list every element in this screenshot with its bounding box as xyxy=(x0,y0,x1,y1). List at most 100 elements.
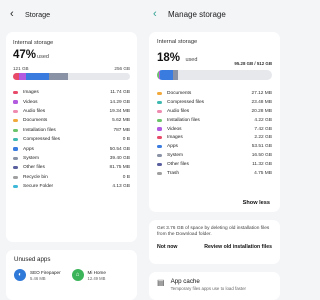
unused-app-item[interactable]: ◐ SEO Firepaper 5.46 MB xyxy=(14,269,72,281)
category-size: 50.54 GB xyxy=(109,146,130,152)
category-size: 787 MB xyxy=(113,127,130,133)
category-size: 0 B xyxy=(122,174,130,180)
category-row[interactable]: Apps 50.54 GB xyxy=(13,144,130,153)
category-name: System xyxy=(23,155,39,161)
tip-actions: Not now Review old installation files xyxy=(157,244,272,250)
category-color-swatch xyxy=(13,156,18,161)
category-row[interactable]: Trash 4.75 MB xyxy=(157,169,272,178)
back-arrow-icon[interactable]: ‹ xyxy=(153,7,165,21)
category-name: Documents xyxy=(167,90,192,96)
usage-percent: 18% xyxy=(157,52,181,64)
category-name: Videos xyxy=(167,126,182,132)
category-color-swatch xyxy=(13,185,18,189)
category-size: 4.22 GB xyxy=(254,117,272,123)
category-row[interactable]: Installation files 4.22 GB xyxy=(157,116,272,125)
category-color-swatch xyxy=(13,91,18,95)
category-color-swatch xyxy=(13,147,18,151)
review-files-button[interactable]: Review old installation files xyxy=(204,244,272,250)
category-row[interactable]: Videos 14.29 GB xyxy=(13,97,130,106)
category-row[interactable]: Documents 5.62 MB xyxy=(13,116,130,125)
category-row[interactable]: Videos 7.42 GB xyxy=(157,125,272,134)
category-size: 16.50 GB xyxy=(251,153,272,159)
category-row[interactable]: Documents 27.12 MB xyxy=(157,89,272,98)
category-name: Other files xyxy=(167,162,189,168)
category-size: 27.12 MB xyxy=(251,90,272,96)
category-name: Audio files xyxy=(23,108,46,114)
category-row[interactable]: Apps 53.51 GB xyxy=(157,142,272,151)
category-row[interactable]: Compressed files 23.48 MB xyxy=(157,98,272,107)
category-size: 11.32 GB xyxy=(252,162,272,168)
usage-bar-segment xyxy=(18,73,26,80)
category-row[interactable]: Images 2.22 GB xyxy=(157,133,272,142)
category-color-swatch xyxy=(157,136,162,140)
usage-amounts: 121 GB 256 GB xyxy=(13,66,130,71)
category-size: 39.40 GB xyxy=(109,155,130,161)
usage-bar xyxy=(157,70,272,80)
unused-app-item[interactable]: ⌂ Mi Home 12.49 MB xyxy=(71,269,130,281)
show-less-button[interactable]: Show less xyxy=(243,200,270,206)
category-size: 23.48 MB xyxy=(251,99,272,105)
category-size: 0 B xyxy=(122,137,130,143)
category-row[interactable]: System 16.50 GB xyxy=(157,151,272,160)
app-cache-card[interactable]: ▤ App cache Temporary files apps use to … xyxy=(149,272,280,300)
usage-bar xyxy=(13,73,130,80)
used-amount: 121 GB xyxy=(13,66,29,71)
app-name: SEO Firepaper xyxy=(30,269,61,275)
category-name: Audio files xyxy=(167,108,190,114)
app-cache-title: App cache xyxy=(170,278,200,285)
category-name: Recycle bin xyxy=(23,174,48,180)
app-size: 12.49 MB xyxy=(87,275,106,281)
app-icon: ⌂ xyxy=(71,269,84,281)
category-color-swatch xyxy=(13,119,18,123)
category-color-swatch xyxy=(13,175,18,179)
category-row[interactable]: System 39.40 GB xyxy=(13,154,130,163)
usage-percent-row: 18% used 95.28 GB / 512 GB xyxy=(157,48,272,66)
category-size: 14.29 GB xyxy=(109,99,130,105)
category-row[interactable]: Images 11.74 GB xyxy=(13,88,130,97)
category-color-swatch xyxy=(157,171,162,176)
category-name: Other files xyxy=(23,165,45,171)
category-size: 19.34 MB xyxy=(109,108,130,114)
storage-card: Internal storage 18% used 95.28 GB / 512… xyxy=(149,32,280,212)
app-cache-row[interactable]: ▤ App cache Temporary files apps use to … xyxy=(157,278,272,291)
category-name: Apps xyxy=(23,146,34,152)
category-list: Documents 27.12 MB Compressed files 23.48 … xyxy=(157,89,272,178)
category-row[interactable]: Recycle bin 0 B xyxy=(13,173,130,182)
category-size: 4.13 GB xyxy=(112,184,130,190)
category-row[interactable]: Secure Folder 4.13 GB xyxy=(13,182,130,191)
category-size: 4.75 MB xyxy=(254,170,272,176)
category-color-swatch xyxy=(157,127,162,131)
back-arrow-icon[interactable]: ‹ xyxy=(10,7,22,21)
category-size: 5.62 MB xyxy=(112,118,130,124)
category-color-swatch xyxy=(157,145,162,149)
category-size: 20.28 MB xyxy=(251,108,272,114)
category-row[interactable]: Other files 81.75 MB xyxy=(13,163,130,172)
category-row[interactable]: Other files 11.32 GB xyxy=(157,160,272,169)
unused-apps-list: ◐ SEO Firepaper 5.46 MB ⌂ Mi Home 12.49 … xyxy=(14,269,129,281)
usage-bar-segment xyxy=(173,70,178,80)
not-now-button[interactable]: Not now xyxy=(157,244,177,250)
page-title: Manage storage xyxy=(168,9,226,19)
category-name: System xyxy=(167,153,183,159)
unused-apps-title: Unused apps xyxy=(14,256,51,263)
header: ‹ Manage storage xyxy=(143,0,286,22)
header: ‹ Storage xyxy=(0,0,143,22)
category-row[interactable]: Compressed files 0 B xyxy=(13,135,130,144)
category-row[interactable]: Installation files 787 MB xyxy=(13,126,130,135)
category-color-swatch xyxy=(157,154,162,158)
category-color-swatch xyxy=(157,100,162,104)
app-name: Mi Home xyxy=(87,269,106,275)
category-list: Images 11.74 GB Videos 14.29 GB Audio file… xyxy=(13,88,130,191)
category-color-swatch xyxy=(13,138,18,142)
category-name: Compressed files xyxy=(23,137,61,143)
category-row[interactable]: Audio files 19.34 MB xyxy=(13,107,130,116)
category-color-swatch xyxy=(13,166,18,170)
manage-storage-screen: ‹ Manage storage Internal storage 18% us… xyxy=(143,0,286,300)
category-color-swatch xyxy=(157,91,162,96)
category-name: Compressed files xyxy=(167,99,205,105)
category-color-swatch xyxy=(157,109,162,113)
tip-card: Get 3.76 GB of space by deleting old ins… xyxy=(149,220,280,264)
app-size: 5.46 MB xyxy=(30,275,46,281)
category-row[interactable]: Audio files 20.28 MB xyxy=(157,107,272,116)
category-size: 53.51 GB xyxy=(251,144,272,150)
